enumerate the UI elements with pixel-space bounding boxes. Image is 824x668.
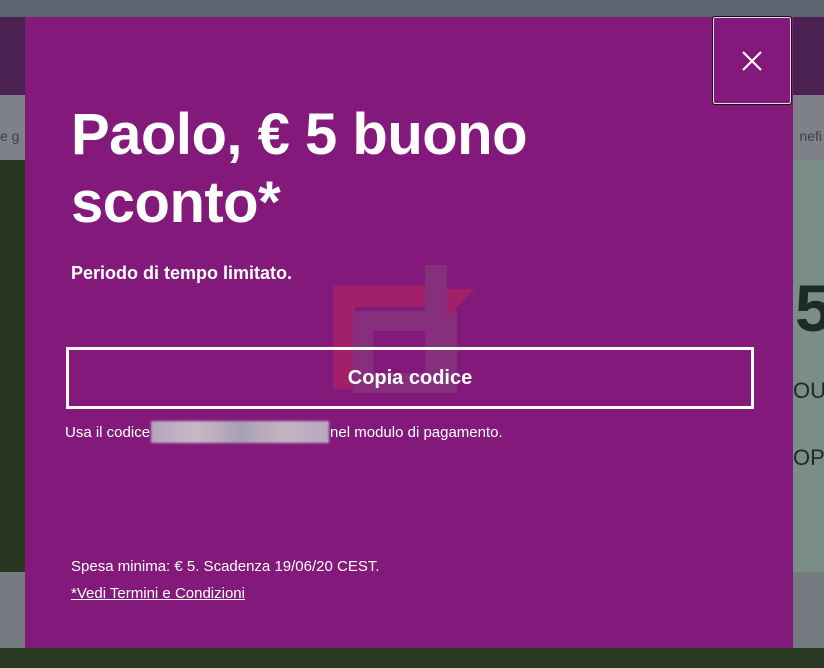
- code-instructions: Usa il codice nel modulo di pagamento.: [65, 421, 503, 444]
- terms-and-conditions-link[interactable]: *Vedi Termini e Condizioni: [71, 585, 245, 602]
- coupon-modal: Paolo, € 5 buono sconto* Periodo di temp…: [25, 16, 793, 648]
- code-suffix-text: nel modulo di pagamento.: [330, 423, 503, 441]
- background-nav-text-right: nefi: [799, 128, 822, 144]
- background-hero-lower-text: OPO: [793, 445, 824, 470]
- modal-title: Paolo, € 5 buono sconto*: [71, 102, 528, 235]
- modal-subtitle: Periodo di tempo limitato.: [71, 263, 293, 283]
- background-nav-text-left: e g: [0, 128, 20, 144]
- copy-code-button[interactable]: Copia codice: [66, 347, 754, 409]
- blurred-coupon-code: [151, 421, 330, 443]
- background-hero-banner: 5 OU OPO: [793, 160, 824, 572]
- code-prefix-text: Usa il codice: [65, 423, 151, 441]
- background-hero-large-text: 5: [795, 271, 824, 345]
- close-icon: [742, 50, 762, 71]
- background-hero-middle-text: OU: [793, 378, 824, 403]
- background-bottom-strip: [0, 648, 824, 668]
- close-button[interactable]: [712, 16, 792, 105]
- minimum-spend-expiry: Spesa minima: € 5. Scadenza 19/06/20 CES…: [71, 558, 380, 575]
- background-top-bar: [0, 0, 824, 17]
